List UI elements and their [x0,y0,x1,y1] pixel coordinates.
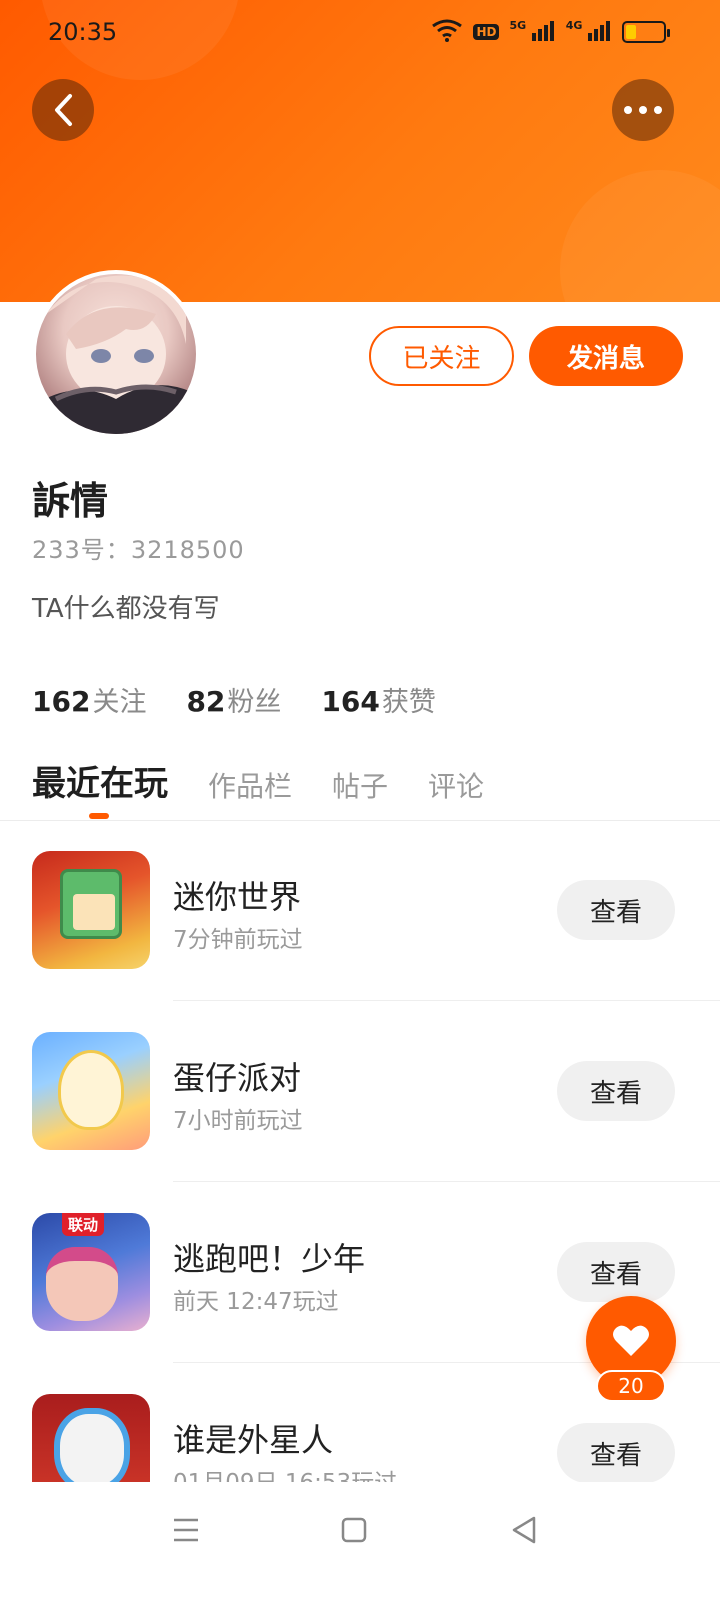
view-button[interactable]: 查看 [557,1242,675,1302]
back-button[interactable] [32,79,94,141]
status-bar: 20:35 HD 5G 4G [0,0,720,64]
game-icon[interactable] [32,1032,150,1150]
game-title: 逃跑吧！少年 [173,1240,366,1278]
home-square-icon [341,1517,367,1543]
profile-banner: 20:35 HD 5G 4G [0,0,720,302]
active-tab-indicator [89,813,109,819]
back-arrow-icon [55,94,72,126]
user-id-value: 3218500 [130,536,245,564]
user-id: 233号：3218500 [32,530,245,565]
game-last-played: 7小时前玩过 [173,1108,303,1134]
stat-fans[interactable]: 82 粉丝 [186,680,281,719]
collab-badge: 联动 [62,1213,105,1236]
profile-stats: 162 关注 82 粉丝 164 获赞 [32,680,436,719]
menu-button[interactable] [164,1508,208,1552]
game-icon[interactable] [32,1394,150,1482]
following-label: 关注 [92,687,147,718]
heart-icon [613,1325,649,1356]
tab-comments[interactable]: 评论 [428,765,484,805]
system-back-button[interactable] [502,1508,546,1552]
list-item[interactable]: 迷你世界 7分钟前玩过 查看 [0,820,720,1001]
game-title: 蛋仔派对 [173,1059,302,1097]
banner-decoration [560,170,720,302]
tab-recently-played[interactable]: 最近在玩 [32,756,168,805]
signal-5g-label: 5G [509,19,527,32]
following-count: 162 [32,685,91,718]
like-count-badge: 20 [596,1370,666,1402]
user-id-prefix: 233号： [32,536,131,564]
fans-label: 粉丝 [227,687,282,718]
signal-5g-icon: 5G [509,19,555,45]
system-nav-bar [0,1482,720,1600]
list-item[interactable]: 蛋仔派对 7小时前玩过 查看 [0,1001,720,1182]
username: 訴情 [32,479,109,523]
following-button[interactable]: 已关注 [369,326,514,386]
menu-icon [174,1518,198,1542]
stat-likes: 164 获赞 [321,680,435,719]
game-title: 谁是外星人 [173,1421,334,1459]
tab-posts[interactable]: 帖子 [332,765,388,805]
stat-following[interactable]: 162 关注 [32,680,146,719]
back-triangle-icon [512,1516,536,1544]
more-dots-icon [624,106,662,114]
game-icon[interactable] [32,851,150,969]
hd-icon: HD [473,24,500,40]
more-options-button[interactable] [612,79,674,141]
wifi-icon [431,18,463,46]
profile-tabs: 最近在玩 作品栏 帖子 评论 [32,756,524,805]
game-title: 迷你世界 [173,878,302,916]
game-last-played: 前天 12:47玩过 [173,1289,339,1315]
status-icons: HD 5G 4G [431,18,670,46]
likes-count: 164 [321,685,380,718]
home-button[interactable] [332,1508,376,1552]
signal-4g-label: 4G [565,19,583,32]
send-message-button[interactable]: 发消息 [529,326,683,386]
status-time: 20:35 [48,18,118,46]
battery-icon [622,21,670,43]
view-button[interactable]: 查看 [557,880,675,940]
avatar-image [36,275,196,434]
fans-count: 82 [186,685,226,718]
avatar[interactable] [32,270,200,438]
tab-works[interactable]: 作品栏 [208,765,292,805]
likes-label: 获赞 [381,687,436,718]
view-button[interactable]: 查看 [557,1061,675,1121]
game-last-played: 7分钟前玩过 [173,927,303,953]
game-last-played: 01月09日 16:53玩过 [173,1463,397,1482]
user-bio: TA什么都没有写 [32,594,220,624]
view-button[interactable]: 查看 [557,1423,675,1482]
signal-4g-icon: 4G [566,19,612,45]
game-icon[interactable]: 联动 [32,1213,150,1331]
